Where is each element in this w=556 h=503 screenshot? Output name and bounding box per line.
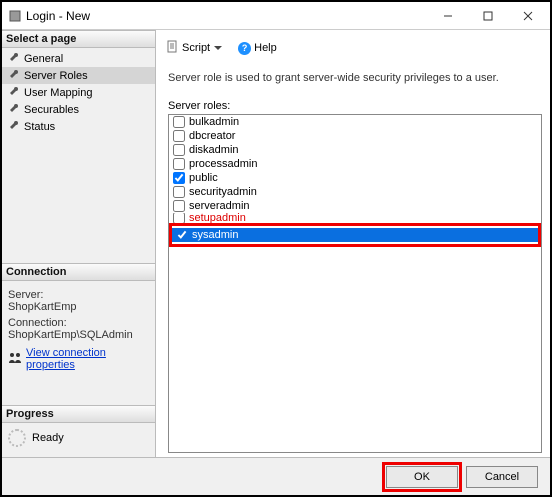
page-list: General Server Roles User Mapping Secura… (2, 48, 155, 137)
pages-header: Select a page (2, 30, 155, 48)
role-label: setupadmin (189, 213, 246, 223)
role-label: serveradmin (189, 200, 250, 212)
page-label: General (24, 53, 63, 65)
page-status[interactable]: Status (2, 118, 155, 135)
role-checkbox[interactable] (173, 186, 185, 198)
page-label: Securables (24, 104, 79, 116)
role-diskadmin[interactable]: diskadmin (169, 143, 541, 157)
role-label: processadmin (189, 158, 257, 170)
role-label: public (189, 172, 218, 184)
help-button[interactable]: ? Help (234, 40, 281, 57)
script-icon (166, 40, 179, 56)
role-checkbox[interactable] (173, 200, 185, 212)
page-label: Server Roles (24, 70, 88, 82)
wrench-icon (8, 51, 20, 66)
role-label: bulkadmin (189, 116, 239, 128)
role-label: diskadmin (189, 144, 239, 156)
role-processadmin[interactable]: processadmin (169, 157, 541, 171)
app-icon (8, 9, 22, 23)
people-icon (8, 352, 22, 367)
chevron-down-icon (214, 42, 222, 54)
window-title: Login - New (26, 9, 428, 23)
help-label: Help (254, 42, 277, 54)
main-panel: Script ? Help Server role is used to gra… (156, 30, 550, 457)
role-label: securityadmin (189, 186, 257, 198)
minimize-button[interactable] (428, 4, 468, 28)
server-roles-listbox[interactable]: bulkadmin dbcreator diskadmin processadm… (168, 114, 542, 453)
role-checkbox[interactable] (173, 144, 185, 156)
role-bulkadmin[interactable]: bulkadmin (169, 115, 541, 129)
role-serveradmin[interactable]: serveradmin (169, 199, 541, 213)
role-checkbox[interactable] (173, 213, 185, 223)
role-setupadmin[interactable]: setupadmin (169, 213, 541, 223)
page-securables[interactable]: Securables (2, 101, 155, 118)
progress-header: Progress (2, 405, 155, 423)
role-securityadmin[interactable]: securityadmin (169, 185, 541, 199)
server-value: ShopKartEmp (8, 301, 149, 313)
role-dbcreator[interactable]: dbcreator (169, 129, 541, 143)
role-checkbox[interactable] (173, 172, 185, 184)
close-button[interactable] (508, 4, 548, 28)
help-icon: ? (238, 42, 251, 55)
ok-button[interactable]: OK (386, 466, 458, 488)
progress-status: Ready (32, 432, 64, 444)
progress-spinner-icon (8, 429, 26, 447)
roles-label: Server roles: (168, 100, 542, 112)
annotation-highlight: sysadmin (169, 223, 541, 247)
wrench-icon (8, 68, 20, 83)
role-public[interactable]: public (169, 171, 541, 185)
role-checkbox[interactable] (173, 158, 185, 170)
role-label: sysadmin (192, 229, 238, 241)
page-label: Status (24, 121, 55, 133)
connection-value: ShopKartEmp\SQLAdmin (8, 329, 149, 341)
wrench-icon (8, 102, 20, 117)
page-label: User Mapping (24, 87, 92, 99)
connection-header: Connection (2, 263, 155, 281)
role-label: dbcreator (189, 130, 235, 142)
page-server-roles[interactable]: Server Roles (2, 67, 155, 84)
page-user-mapping[interactable]: User Mapping (2, 84, 155, 101)
wrench-icon (8, 85, 20, 100)
script-label: Script (182, 42, 210, 54)
script-button[interactable]: Script (162, 38, 226, 58)
role-checkbox[interactable] (173, 130, 185, 142)
wrench-icon (8, 119, 20, 134)
page-general[interactable]: General (2, 50, 155, 67)
sidebar: Select a page General Server Roles User … (2, 30, 156, 457)
maximize-button[interactable] (468, 4, 508, 28)
view-connection-properties-link[interactable]: View connection properties (8, 347, 149, 371)
connection-label: Connection: (8, 317, 149, 329)
link-label: View connection properties (26, 347, 149, 371)
cancel-button[interactable]: Cancel (466, 466, 538, 488)
role-checkbox[interactable] (176, 229, 188, 241)
role-checkbox[interactable] (173, 116, 185, 128)
server-label: Server: (8, 289, 149, 301)
page-description: Server role is used to grant server-wide… (168, 72, 542, 84)
role-sysadmin[interactable]: sysadmin (172, 228, 538, 242)
